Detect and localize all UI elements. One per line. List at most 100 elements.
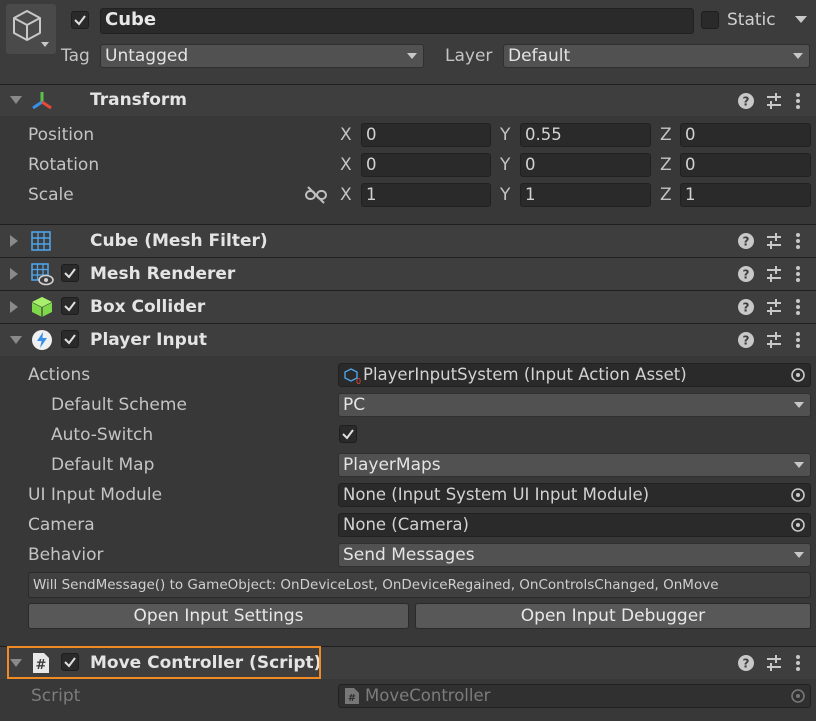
- object-picker-icon: [791, 689, 805, 703]
- svg-text:?: ?: [743, 657, 750, 671]
- tag-label: Tag: [61, 46, 90, 66]
- foldout-expanded-icon[interactable]: [10, 336, 22, 344]
- chevron-down-icon: [794, 402, 804, 408]
- static-checkbox[interactable]: [701, 11, 719, 29]
- layer-value: Default: [508, 46, 571, 66]
- scale-y-field[interactable]: 1: [520, 183, 651, 207]
- mesh-filter-title: Cube (Mesh Filter): [90, 231, 268, 251]
- actions-field[interactable]: 0 PlayerInputSystem (Input Action Asset): [338, 363, 811, 387]
- object-picker-icon[interactable]: [790, 367, 806, 383]
- player-input-body: Actions 0 PlayerInputSystem (Input Actio…: [0, 356, 816, 646]
- camera-value: None (Camera): [343, 515, 469, 534]
- foldout-collapsed-icon[interactable]: [10, 301, 18, 313]
- svg-text:0: 0: [356, 377, 361, 385]
- mesh-renderer-header[interactable]: Mesh Renderer ?: [0, 257, 816, 290]
- ui-input-module-label: UI Input Module: [28, 485, 163, 505]
- help-icon[interactable]: ?: [736, 330, 756, 350]
- svg-text:?: ?: [743, 301, 750, 315]
- chevron-down-icon: [794, 552, 804, 558]
- ui-input-module-value: None (Input System UI Input Module): [343, 485, 650, 504]
- mesh-renderer-enabled-checkbox[interactable]: [61, 264, 79, 282]
- svg-text:?: ?: [743, 95, 750, 109]
- static-label: Static: [727, 10, 776, 30]
- box-collider-icon: [31, 297, 53, 317]
- behavior-info-box: Will SendMessage() to GameObject: OnDevi…: [28, 572, 811, 598]
- scale-z-axis: Z: [660, 185, 672, 205]
- gameobject-icon-button[interactable]: [6, 4, 56, 54]
- help-icon[interactable]: ?: [736, 264, 756, 284]
- active-checkbox[interactable]: [71, 11, 89, 29]
- player-input-enabled-checkbox[interactable]: [61, 330, 79, 348]
- object-picker-icon[interactable]: [790, 517, 806, 533]
- help-icon[interactable]: ?: [736, 91, 756, 111]
- rotation-z-field[interactable]: 0: [680, 153, 811, 177]
- foldout-collapsed-icon[interactable]: [10, 235, 18, 247]
- chevron-down-icon: [793, 53, 803, 59]
- actions-value: PlayerInputSystem (Input Action Asset): [363, 365, 687, 384]
- player-input-header[interactable]: Player Input ?: [0, 323, 816, 356]
- preset-icon[interactable]: [764, 264, 784, 284]
- layer-dropdown[interactable]: Default: [503, 44, 810, 68]
- help-icon[interactable]: ?: [736, 653, 756, 673]
- component-header-icons: ?: [736, 264, 808, 284]
- rotation-label: Rotation: [28, 155, 100, 175]
- chevron-down-icon: [794, 462, 804, 468]
- foldout-expanded-icon[interactable]: [10, 96, 22, 104]
- preset-icon[interactable]: [764, 231, 784, 251]
- svg-text:#: #: [348, 693, 356, 704]
- ui-input-module-field[interactable]: None (Input System UI Input Module): [338, 483, 811, 507]
- kebab-menu-icon[interactable]: [788, 330, 808, 350]
- open-input-settings-button[interactable]: Open Input Settings: [28, 603, 409, 629]
- component-header-icons: ?: [736, 91, 808, 111]
- position-x-field[interactable]: 0: [361, 123, 491, 147]
- object-picker-icon[interactable]: [790, 487, 806, 503]
- rotation-y-axis: Y: [500, 155, 511, 175]
- preset-icon[interactable]: [764, 91, 784, 111]
- static-dropdown-arrow[interactable]: [795, 16, 807, 23]
- help-icon[interactable]: ?: [736, 231, 756, 251]
- default-scheme-label: Default Scheme: [51, 395, 187, 415]
- position-z-field[interactable]: 0: [680, 123, 811, 147]
- rotation-y-field[interactable]: 0: [520, 153, 651, 177]
- cube-icon: [13, 10, 41, 41]
- kebab-menu-icon[interactable]: [788, 231, 808, 251]
- scale-x-field[interactable]: 1: [361, 183, 491, 207]
- script-icon: #: [345, 688, 359, 704]
- position-z-axis: Z: [660, 125, 672, 145]
- unlinked-scale-icon[interactable]: [305, 186, 327, 204]
- default-scheme-value: PC: [343, 395, 366, 415]
- help-icon[interactable]: ?: [736, 297, 756, 317]
- default-scheme-dropdown[interactable]: PC: [338, 393, 811, 417]
- transform-title: Transform: [90, 90, 187, 110]
- open-input-debugger-button[interactable]: Open Input Debugger: [415, 603, 811, 629]
- tag-dropdown[interactable]: Untagged: [100, 44, 424, 68]
- preset-icon[interactable]: [764, 653, 784, 673]
- box-collider-header[interactable]: Box Collider ?: [0, 290, 816, 323]
- actions-label: Actions: [28, 365, 91, 385]
- preset-icon[interactable]: [764, 330, 784, 350]
- highlight-outline: [7, 646, 321, 679]
- auto-switch-checkbox[interactable]: [339, 425, 357, 443]
- kebab-menu-icon[interactable]: [788, 91, 808, 111]
- rotation-x-field[interactable]: 0: [361, 153, 491, 177]
- default-map-dropdown[interactable]: PlayerMaps: [338, 453, 811, 477]
- preset-icon[interactable]: [764, 297, 784, 317]
- transform-header[interactable]: Transform ?: [0, 84, 816, 116]
- foldout-collapsed-icon[interactable]: [10, 268, 18, 280]
- object-name-field[interactable]: Cube: [100, 8, 694, 34]
- auto-switch-label: Auto-Switch: [51, 425, 154, 445]
- position-y-field[interactable]: 0.55: [520, 123, 651, 147]
- box-collider-title: Box Collider: [90, 297, 206, 317]
- rotation-x-axis: X: [340, 155, 352, 175]
- scale-x-axis: X: [340, 185, 352, 205]
- kebab-menu-icon[interactable]: [788, 264, 808, 284]
- behavior-dropdown[interactable]: Send Messages: [338, 543, 811, 567]
- camera-field[interactable]: None (Camera): [338, 513, 811, 537]
- box-collider-enabled-checkbox[interactable]: [61, 297, 79, 315]
- component-header-icons: ?: [736, 330, 808, 350]
- kebab-menu-icon[interactable]: [788, 297, 808, 317]
- script-label: Script: [31, 686, 81, 706]
- scale-z-field[interactable]: 1: [680, 183, 811, 207]
- mesh-filter-header[interactable]: Cube (Mesh Filter) ?: [0, 224, 816, 257]
- kebab-menu-icon[interactable]: [788, 653, 808, 673]
